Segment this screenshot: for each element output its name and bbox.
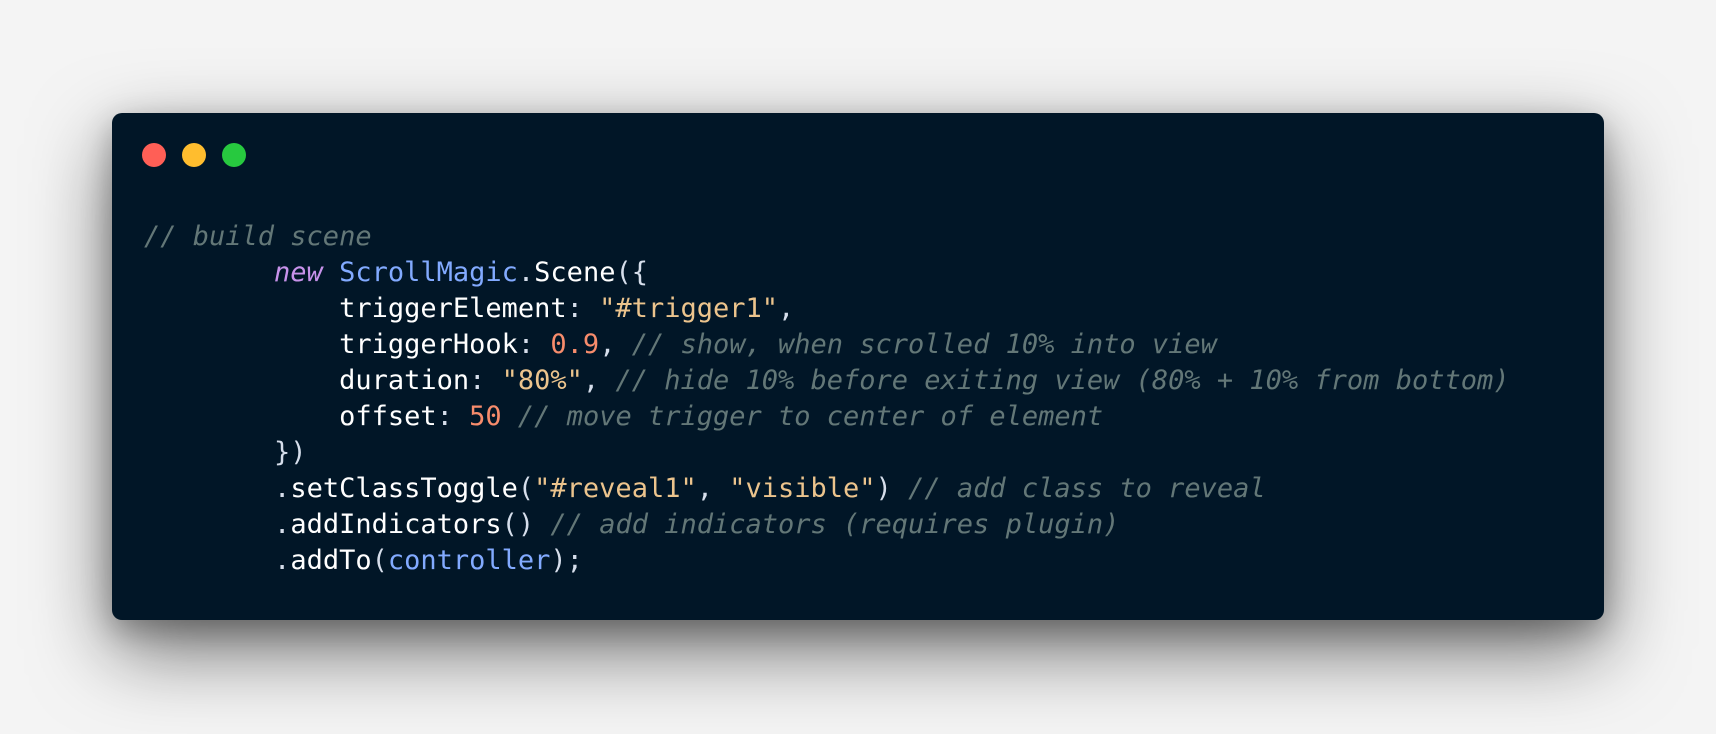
code-line: .addIndicators() // add indicators (requ…: [144, 507, 1509, 543]
code-line: triggerElement: "#trigger1",: [144, 291, 1509, 327]
code-token-string: "#reveal1": [534, 473, 697, 504]
code-token-punct: .: [274, 545, 291, 576]
code-token-punct: .: [274, 509, 291, 540]
code-token-comment: // add class to reveal: [908, 473, 1266, 504]
code-token-punct: (): [501, 509, 551, 540]
code-token-punct: [144, 437, 274, 468]
code-token-class: ScrollMagic: [339, 257, 518, 288]
code-line: new ScrollMagic.Scene({: [144, 255, 1509, 291]
code-token-punct: [502, 401, 518, 432]
code-token-punct: ): [875, 473, 909, 504]
code-token-punct: [144, 401, 339, 432]
code-token-punct: (: [517, 473, 535, 504]
code-token-method: addTo: [290, 545, 372, 576]
zoom-button[interactable]: [222, 143, 246, 167]
code-token-prop: offset: [339, 401, 437, 432]
code-token-punct: ,: [582, 365, 616, 396]
code-token-punct: :: [517, 329, 551, 360]
code-token-punct: :: [566, 293, 600, 324]
code-token-comment: // hide 10% before exiting view (80% + 1…: [615, 365, 1510, 396]
code-token-string: "visible": [729, 473, 876, 504]
code-token-prop: triggerHook: [339, 329, 518, 360]
code-token-punct: );: [550, 545, 583, 576]
code-token-punct: [323, 257, 339, 288]
code-token-string: "#trigger1": [599, 293, 778, 324]
code-token-comment: // move trigger to center of element: [517, 401, 1104, 432]
code-token-punct: ,: [599, 329, 632, 360]
code-token-punct: :: [469, 365, 502, 396]
code-token-punct: .: [517, 257, 535, 288]
code-token-prop: triggerElement: [339, 293, 567, 324]
code-token-keyword: new: [274, 257, 323, 288]
code-token-number: 50: [469, 401, 502, 432]
window-controls: [142, 143, 246, 167]
code-token-number: 0.9: [550, 329, 600, 360]
code-block: // build scene new ScrollMagic.Scene({ t…: [144, 219, 1509, 579]
code-token-punct: [144, 329, 339, 360]
code-token-punct: [144, 365, 339, 396]
code-token-punct: [144, 473, 274, 504]
code-token-var: controller: [387, 545, 551, 576]
code-token-method: addIndicators: [290, 509, 502, 540]
code-line: }): [144, 435, 1509, 471]
code-token-prop: duration: [339, 365, 470, 396]
code-line: .setClassToggle("#reveal1", "visible") /…: [144, 471, 1509, 507]
code-token-punct: (: [371, 545, 388, 576]
code-token-punct: [144, 257, 274, 288]
code-line: offset: 50 // move trigger to center of …: [144, 399, 1509, 435]
code-line: duration: "80%", // hide 10% before exit…: [144, 363, 1509, 399]
code-token-comment: // show, when scrolled 10% into view: [631, 329, 1217, 360]
code-token-punct: .: [274, 473, 291, 504]
code-token-method: setClassToggle: [290, 473, 518, 504]
code-line: triggerHook: 0.9, // show, when scrolled…: [144, 327, 1509, 363]
code-token-comment: // build scene: [144, 221, 372, 252]
close-button[interactable]: [142, 143, 166, 167]
code-token-string: "80%": [501, 365, 583, 396]
code-token-punct: }): [274, 437, 307, 468]
code-token-punct: [144, 293, 339, 324]
code-token-punct: [144, 545, 274, 576]
code-token-punct: ,: [696, 473, 730, 504]
code-token-punct: ,: [777, 293, 795, 324]
code-line: // build scene: [144, 219, 1509, 255]
code-token-prop: Scene: [534, 257, 616, 288]
code-token-punct: :: [436, 401, 470, 432]
code-window: // build scene new ScrollMagic.Scene({ t…: [112, 113, 1604, 620]
code-token-punct: ({: [615, 257, 648, 288]
minimize-button[interactable]: [182, 143, 206, 167]
code-token-punct: [144, 509, 274, 540]
code-line: .addTo(controller);: [144, 543, 1509, 579]
code-token-comment: // add indicators (requires plugin): [550, 509, 1120, 540]
